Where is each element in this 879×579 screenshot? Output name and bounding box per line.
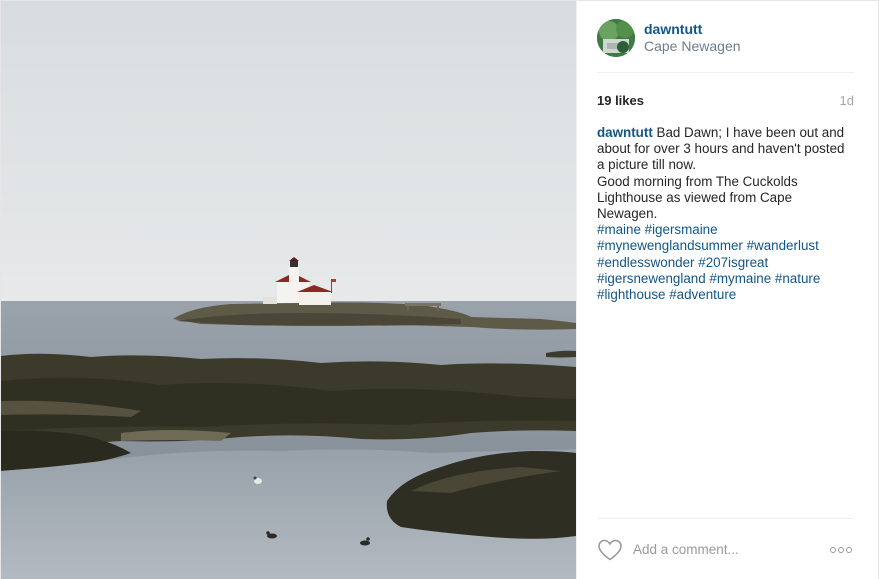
more-options-icon [830, 546, 836, 553]
comment-input[interactable] [633, 537, 828, 562]
hashtag-line[interactable]: #lighthouse #adventure [597, 287, 856, 303]
author-username-link[interactable]: dawntutt [644, 21, 741, 38]
location-link[interactable]: Cape Newagen [644, 38, 741, 55]
caption-text: Good morning from The Cuckolds [597, 173, 798, 189]
caption-text: Bad Dawn; I have been out and [656, 125, 845, 140]
caption-text: about for over 3 hours and haven't poste… [597, 141, 845, 157]
post-side-panel: dawntutt Cape Newagen 19 likes 1d dawntu… [576, 1, 878, 579]
lighthouse-seascape-image [1, 1, 576, 579]
instagram-post: dawntutt Cape Newagen 19 likes 1d dawntu… [0, 0, 879, 579]
more-options-icon [838, 546, 844, 553]
post-stats: 19 likes 1d [597, 91, 854, 109]
hashtag-line[interactable]: #mynewenglandsummer #wanderlust [597, 238, 856, 254]
caption-text: Lighthouse as viewed from Cape Newagen. [597, 189, 793, 222]
avatar[interactable] [597, 19, 635, 57]
hashtag-line[interactable]: #maine #igersmaine [597, 222, 856, 238]
more-options-icon [846, 546, 852, 553]
hashtag-line[interactable]: #endlesswonder #207isgreat [597, 255, 856, 271]
likes-count[interactable]: 19 likes [597, 93, 644, 108]
caption-username-link[interactable]: dawntutt [597, 125, 653, 140]
post-age[interactable]: 1d [840, 93, 854, 108]
avatar-image [597, 19, 635, 57]
caption-line: dawntutt Bad Dawn; I have been out and [597, 125, 856, 141]
comment-bar [597, 518, 854, 579]
post-header: dawntutt Cape Newagen [597, 19, 854, 73]
more-options-button[interactable] [828, 538, 854, 562]
post-author: dawntutt Cape Newagen [644, 19, 741, 55]
post-photo[interactable] [1, 1, 576, 579]
caption-text: a picture till now. [597, 157, 696, 173]
heart-icon [598, 539, 622, 560]
like-button[interactable] [597, 538, 623, 562]
post-caption: dawntutt Bad Dawn; I have been out and a… [597, 125, 856, 303]
hashtag-line[interactable]: #igersnewengland #mymaine #nature [597, 271, 856, 287]
